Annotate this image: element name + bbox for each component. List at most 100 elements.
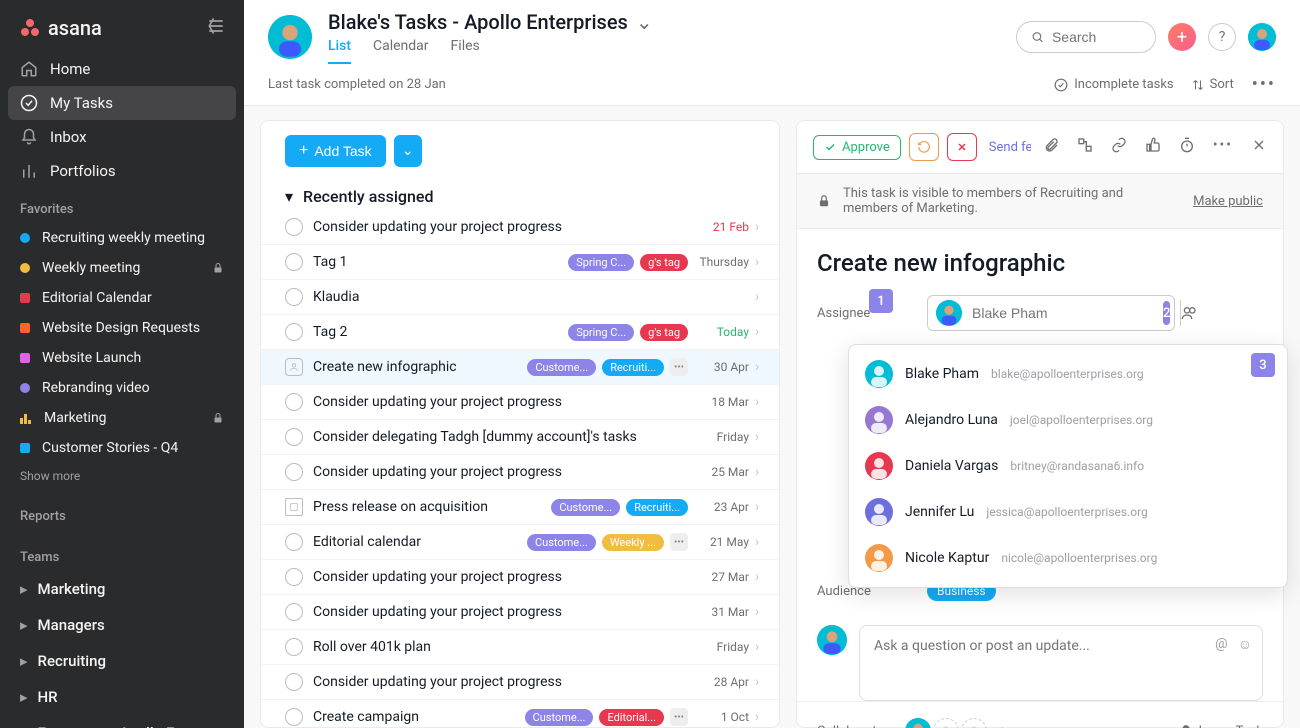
- task-tag[interactable]: Recruiti...: [602, 359, 664, 376]
- favorite-rebranding-video[interactable]: Rebranding video: [0, 373, 244, 403]
- task-row[interactable]: Create new infographicCustome...Recruiti…: [261, 350, 779, 385]
- reject-button[interactable]: [947, 133, 977, 161]
- assignee-input[interactable]: 2 3 Blake Phamblake@apolloenterprises.or…: [927, 295, 1175, 331]
- more-tags-icon[interactable]: •••: [670, 358, 688, 376]
- approve-button[interactable]: Approve: [813, 135, 901, 160]
- more-options-icon[interactable]: •••: [1252, 74, 1276, 95]
- team-recruiting[interactable]: ▸Recruiting: [0, 643, 244, 679]
- complete-toggle[interactable]: [285, 533, 303, 551]
- suggestion-item[interactable]: Blake Phamblake@apolloenterprises.org: [849, 351, 1287, 397]
- tab-list[interactable]: List: [328, 38, 351, 64]
- task-row[interactable]: Consider updating your project progress3…: [261, 595, 779, 630]
- complete-toggle[interactable]: [285, 218, 303, 236]
- assignee-text-input[interactable]: [972, 305, 1153, 321]
- task-row[interactable]: Consider updating your project progress2…: [261, 560, 779, 595]
- empty-collaborator-slot[interactable]: [933, 718, 959, 728]
- task-row[interactable]: Consider updating your project progress2…: [261, 210, 779, 245]
- task-tag[interactable]: g's tag: [640, 324, 688, 341]
- task-row[interactable]: Roll over 401k planFriday›: [261, 630, 779, 665]
- filter-incomplete-tasks[interactable]: Incomplete tasks: [1054, 77, 1173, 92]
- task-row[interactable]: Tag 2Spring C...g's tagToday›: [261, 315, 779, 350]
- make-public-link[interactable]: Make public: [1193, 194, 1263, 209]
- task-tag[interactable]: Spring C...: [568, 324, 634, 341]
- task-tag[interactable]: Custome...: [527, 359, 596, 376]
- add-task-button[interactable]: + Add Task: [285, 135, 386, 167]
- task-row[interactable]: Consider delegating Tadgh [dummy account…: [261, 420, 779, 455]
- assignee-multi-icon[interactable]: [1180, 300, 1197, 326]
- send-feedback-link[interactable]: Send feedback: [989, 140, 1031, 155]
- complete-toggle[interactable]: [285, 568, 303, 586]
- suggestion-item[interactable]: Nicole Kapturnicole@apolloenterprises.or…: [849, 535, 1287, 581]
- leave-task-button[interactable]: Leave Task: [1179, 724, 1263, 728]
- task-tag[interactable]: Spring C...: [568, 254, 634, 271]
- page-title-row[interactable]: Blake's Tasks - Apollo Enterprises ⌄: [328, 10, 653, 34]
- user-avatar[interactable]: [1248, 23, 1276, 51]
- favorite-website-design-requests[interactable]: Website Design Requests: [0, 313, 244, 343]
- complete-toggle[interactable]: [285, 603, 303, 621]
- request-changes-button[interactable]: [909, 133, 939, 161]
- comment-box[interactable]: @ ☺: [859, 625, 1263, 701]
- task-row[interactable]: Tag 1Spring C...g's tagThursday›: [261, 245, 779, 280]
- suggestion-item[interactable]: Alejandro Lunajoel@apolloenterprises.org: [849, 397, 1287, 443]
- complete-toggle[interactable]: [285, 323, 303, 341]
- nav-item-portfolios[interactable]: Portfolios: [0, 154, 244, 188]
- add-collaborator-button[interactable]: +: [989, 718, 1015, 728]
- search-input[interactable]: [1052, 29, 1141, 45]
- task-tag[interactable]: Custome...: [527, 534, 596, 551]
- collaborator-avatar[interactable]: [905, 718, 931, 728]
- task-tag[interactable]: Editorial...: [599, 709, 664, 726]
- task-tag[interactable]: Custome...: [525, 709, 594, 726]
- task-title[interactable]: Create new infographic: [797, 229, 1283, 285]
- search-box[interactable]: [1016, 21, 1156, 53]
- task-row[interactable]: Consider updating your project progress2…: [261, 455, 779, 490]
- global-add-button[interactable]: +: [1168, 23, 1196, 51]
- like-icon[interactable]: [1145, 137, 1161, 157]
- complete-toggle[interactable]: [285, 708, 303, 726]
- more-icon[interactable]: •••: [1213, 137, 1233, 157]
- more-tags-icon[interactable]: •••: [670, 533, 688, 551]
- assign-icon[interactable]: [285, 358, 303, 376]
- close-panel-icon[interactable]: [1251, 137, 1267, 157]
- complete-toggle[interactable]: [285, 428, 303, 446]
- task-row[interactable]: Klaudia›: [261, 280, 779, 315]
- complete-toggle[interactable]: [285, 288, 303, 306]
- mention-icon[interactable]: @: [1215, 636, 1228, 653]
- complete-toggle[interactable]: [285, 393, 303, 411]
- empty-collaborator-slot[interactable]: [961, 718, 987, 728]
- subtask-icon[interactable]: [1077, 137, 1093, 157]
- help-button[interactable]: ?: [1208, 23, 1236, 51]
- team-everyone-at-apollo-enter-[interactable]: ▸Everyone at Apollo Enter...: [0, 715, 244, 728]
- favorite-customer-stories-q4[interactable]: Customer Stories - Q4: [0, 433, 244, 463]
- owner-avatar[interactable]: [268, 15, 312, 59]
- task-tag[interactable]: g's tag: [640, 254, 688, 271]
- task-tag[interactable]: Recruiti...: [626, 499, 688, 516]
- tab-calendar[interactable]: Calendar: [373, 38, 429, 64]
- sort-button[interactable]: Sort: [1192, 77, 1234, 92]
- comment-textarea[interactable]: [874, 638, 1248, 678]
- team-hr[interactable]: ▸HR: [0, 679, 244, 715]
- show-more-link[interactable]: Show more: [0, 463, 244, 495]
- task-row[interactable]: Editorial calendarCustome...Weekly ...••…: [261, 525, 779, 560]
- nav-item-home[interactable]: Home: [0, 52, 244, 86]
- suggestion-item[interactable]: Daniela Vargasbritney@randasana6.info: [849, 443, 1287, 489]
- milestone-icon[interactable]: [285, 498, 303, 516]
- suggestion-item[interactable]: Jennifer Lujessica@apolloenterprises.org: [849, 489, 1287, 535]
- task-section-header[interactable]: ▾ Recently assigned: [261, 173, 779, 210]
- task-tag[interactable]: Custome...: [551, 499, 620, 516]
- team-managers[interactable]: ▸Managers: [0, 607, 244, 643]
- favorite-marketing[interactable]: Marketing: [0, 403, 244, 433]
- collapse-sidebar-icon[interactable]: [206, 16, 226, 40]
- team-marketing[interactable]: ▸Marketing: [0, 571, 244, 607]
- attachment-icon[interactable]: [1043, 137, 1059, 157]
- task-row[interactable]: Consider updating your project progress2…: [261, 665, 779, 700]
- tab-files[interactable]: Files: [451, 38, 480, 64]
- timer-icon[interactable]: [1179, 137, 1195, 157]
- task-row[interactable]: Create campaignCustome...Editorial...•••…: [261, 700, 779, 727]
- complete-toggle[interactable]: [285, 463, 303, 481]
- favorite-website-launch[interactable]: Website Launch: [0, 343, 244, 373]
- task-row[interactable]: Consider updating your project progress1…: [261, 385, 779, 420]
- task-tag[interactable]: Weekly ...: [602, 534, 664, 551]
- favorite-weekly-meeting[interactable]: Weekly meeting: [0, 253, 244, 283]
- task-row[interactable]: Press release on acquisitionCustome...Re…: [261, 490, 779, 525]
- more-tags-icon[interactable]: •••: [670, 708, 688, 726]
